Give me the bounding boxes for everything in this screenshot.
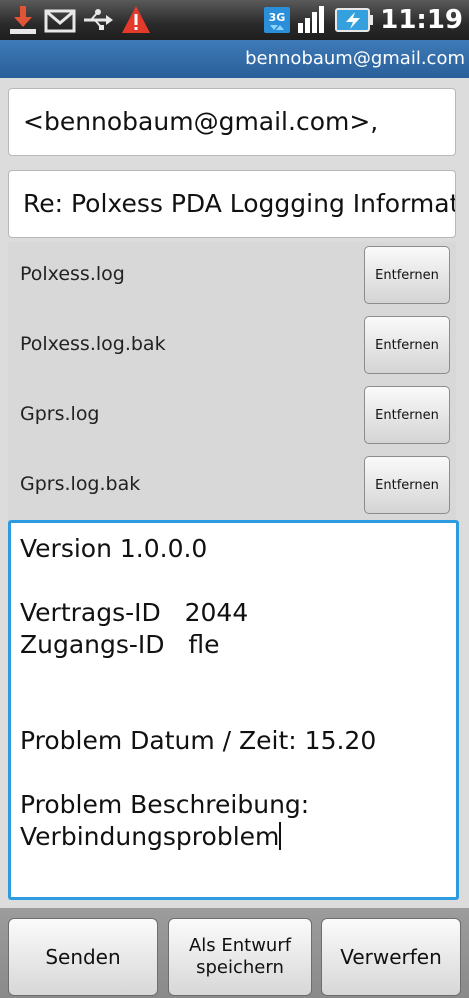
to-field-value: <bennobaum@gmail.com>, (23, 107, 379, 136)
attachment-row: Polxess.log.bak Entfernen (8, 312, 456, 382)
usb-download-icon (8, 4, 38, 36)
attachment-name: Polxess.log.bak (20, 333, 166, 355)
body-line: Problem Beschreibung: (20, 790, 310, 819)
attachment-name: Gprs.log (20, 403, 100, 425)
action-bar: Senden Als Entwurf speichern Verwerfen (0, 908, 469, 998)
subject-field-value: Re: Polxess PDA Loggging Informati (23, 189, 456, 218)
save-draft-label-2: speichern (196, 957, 284, 978)
attachment-row: Polxess.log Entfernen (8, 242, 456, 312)
send-button[interactable]: Senden (8, 918, 158, 996)
gmail-icon (44, 4, 76, 36)
message-body-text: Version 1.0.0.0 Vertrags-ID 2044 Zugangs… (20, 533, 376, 853)
body-line: Problem Datum / Zeit: 15.20 (20, 726, 377, 755)
clock: 11:19 (380, 5, 463, 35)
send-button-label: Senden (45, 945, 121, 969)
attachment-row: Gprs.log Entfernen (8, 382, 456, 452)
signal-icon (296, 5, 328, 35)
usb-debug-icon (82, 4, 114, 36)
account-email: bennobaum@gmail.com (245, 48, 465, 69)
discard-button-label: Verwerfen (340, 945, 442, 969)
discard-button[interactable]: Verwerfen (321, 918, 461, 996)
save-draft-label-1: Als Entwurf (188, 935, 292, 956)
message-body-input[interactable]: Version 1.0.0.0 Vertrags-ID 2044 Zugangs… (8, 520, 459, 900)
attachment-name: Gprs.log.bak (20, 473, 141, 495)
body-line: Verbindungsproblem (20, 822, 280, 851)
body-line: Vertrags-ID 2044 (20, 598, 249, 627)
subject-field[interactable]: Re: Polxess PDA Loggging Informati (8, 170, 456, 238)
remove-attachment-button[interactable]: Entfernen (364, 386, 450, 444)
save-draft-button[interactable]: Als Entwurf speichern (168, 918, 312, 996)
to-field[interactable]: <bennobaum@gmail.com>, (8, 88, 456, 156)
battery-charging-icon (334, 6, 374, 34)
3g-icon: 3G (264, 5, 291, 35)
remove-attachment-button[interactable]: Entfernen (364, 316, 450, 374)
body-line: Version 1.0.0.0 (20, 534, 208, 563)
body-line: Zugangs-ID fle (20, 630, 220, 659)
text-cursor (279, 822, 282, 850)
remove-attachment-button[interactable]: Entfernen (364, 456, 450, 514)
status-bar: 3G 11:19 (0, 0, 469, 40)
remove-attachment-button[interactable]: Entfernen (364, 246, 450, 304)
account-bar: bennobaum@gmail.com (0, 40, 469, 78)
svg-text:3G: 3G (269, 11, 286, 24)
system-icons: 3G 11:19 (264, 0, 463, 40)
notification-icons (8, 4, 152, 36)
attachment-name: Polxess.log (20, 263, 125, 285)
attachment-row: Gprs.log.bak Entfernen (8, 452, 456, 522)
warning-icon (120, 4, 152, 36)
